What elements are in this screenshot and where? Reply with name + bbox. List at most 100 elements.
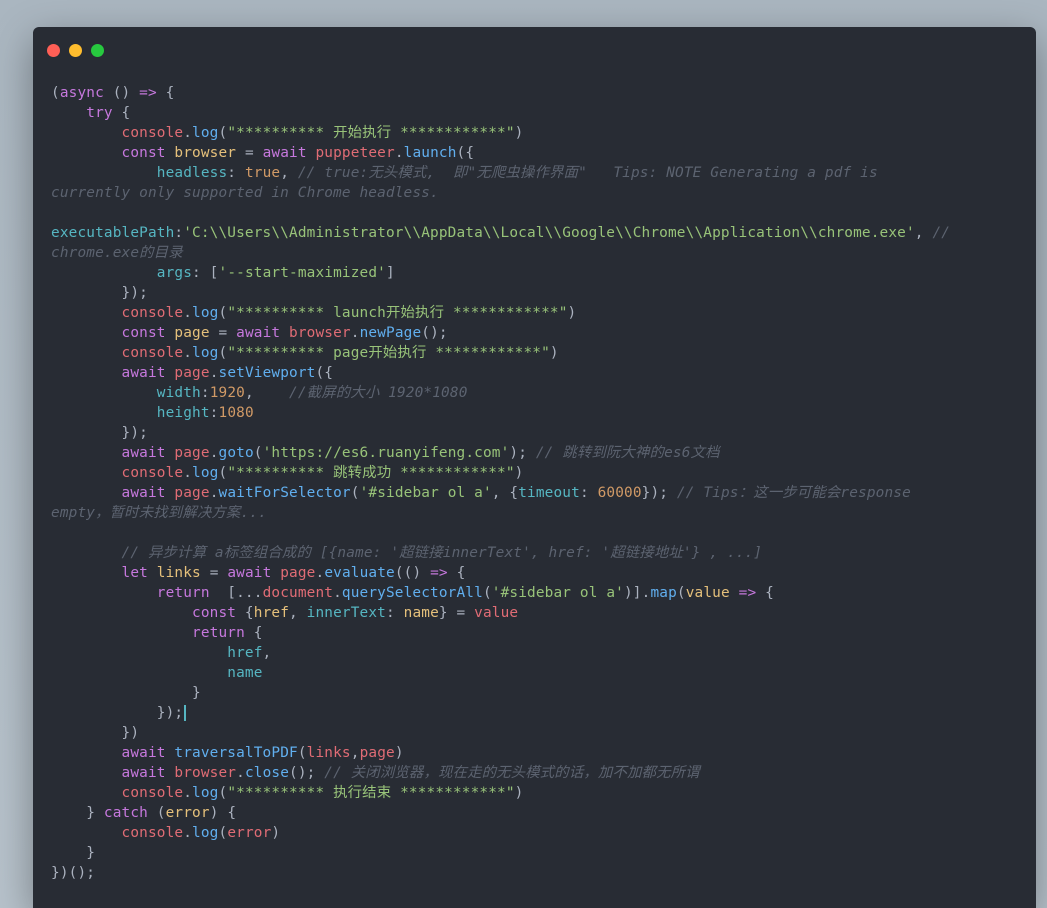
code-line: chrome.exe的目录 [51,243,1026,263]
code-token-plain: ( [218,465,228,481]
code-token-comment: // [932,225,951,241]
code-line: // 异步计算 a标签组合成的 [{name: '超链接innerText', … [51,543,1026,563]
code-line: executablePath:'C:\\Users\\Administrator… [51,223,1026,243]
code-token-plain: , [262,645,272,661]
code-editor-area[interactable]: (async () => { try { console.log("******… [51,83,1026,893]
code-token-function: log [192,305,219,321]
code-token-variable: browser [174,145,237,161]
code-token-keyword: => [139,85,157,101]
code-token-property: timeout [518,485,580,501]
code-line: await page.goto('https://es6.ruanyifeng.… [51,443,1026,463]
code-token-function: close [244,765,290,781]
code-token-plain: . [183,345,193,361]
code-token-plain: { [112,105,131,121]
code-token-string: '#sidebar ol a' [491,585,624,601]
code-token-keyword: catch [103,805,148,821]
code-line: return [...document.querySelectorAll('#s… [51,583,1026,603]
code-token-param: page [174,485,210,501]
code-token-plain: . [394,145,404,161]
minimize-window-button[interactable] [69,44,82,57]
code-token-plain: . [209,445,219,461]
code-token-param: page [174,445,210,461]
code-token-plain: . [333,585,342,601]
code-line: const browser = await puppeteer.launch({ [51,143,1026,163]
code-token-param: page [280,565,316,581]
code-token-plain: ( [218,825,228,841]
code-line: }) [51,723,1026,743]
code-token-plain: ) [514,465,524,481]
code-token-plain: . [315,565,325,581]
code-line: } [51,843,1026,863]
code-token-property: name [227,665,263,681]
code-token-plain: : [174,225,184,241]
code-token-property: width [156,385,201,401]
code-token-plain: ( [218,785,228,801]
code-token-plain: }); [641,485,677,501]
code-token-string: '#sidebar ol a' [359,485,492,501]
code-token-comment: //截屏的大小 1920*1080 [289,385,468,401]
text-cursor [184,705,187,721]
code-token-plain: ( [350,485,360,501]
code-token-function: setViewport [218,365,316,381]
code-token-string: '--start-maximized' [218,265,386,281]
code-token-plain: } [51,685,201,701]
code-token-comment: chrome.exe的目录 [51,245,183,261]
code-line: console.log("********** 执行结束 ***********… [51,783,1026,803]
code-token-param: page [174,365,210,381]
code-token-keyword: try [86,105,113,121]
code-token-plain: ( [218,345,228,361]
code-line: currently only supported in Chrome headl… [51,183,1026,203]
code-token-function: log [192,785,219,801]
code-token-plain: { [756,585,774,601]
code-token-plain: = [200,565,228,581]
code-token-function: evaluate [324,565,395,581]
code-token-function: log [192,345,219,361]
code-token-variable: name [403,605,439,621]
code-token-plain: , [280,165,298,181]
code-token-property: innerText [306,605,386,621]
code-line: } [51,683,1026,703]
code-token-string: "********** page开始执行 ************" [227,345,550,361]
code-token-function: launch [403,145,457,161]
code-token-plain: }) [51,725,140,741]
close-window-button[interactable] [47,44,60,57]
code-token-plain: ( [676,585,686,601]
code-line: console.log("********** 开始执行 ***********… [51,123,1026,143]
code-token-plain: ); [509,445,536,461]
code-token-comment: // 跳转到阮大神的es6文档 [535,445,720,461]
code-token-plain: ) [514,125,524,141]
code-token-plain: } = [438,605,475,621]
code-token-comment: currently only supported in Chrome headl… [51,185,439,201]
code-token-comment: // 关闭浏览器，现在走的无头模式的话，加不加都无所谓 [324,765,700,781]
code-line: args: ['--start-maximized'] [51,263,1026,283]
code-token-plain: ) [549,345,559,361]
code-token-number: 60000 [597,485,642,501]
code-line: await page.setViewport({ [51,363,1026,383]
code-line: let links = await page.evaluate(() => { [51,563,1026,583]
code-token-plain: ) [271,825,281,841]
zoom-window-button[interactable] [91,44,104,57]
code-line: await traversalToPDF(links,page) [51,743,1026,763]
code-token-plain: ) [394,745,404,761]
code-token-param: console [121,825,184,841]
code-token-plain: }); [51,425,148,441]
code-token-plain: : [385,605,404,621]
code-token-keyword: await [121,485,166,501]
code-token-plain: . [183,465,193,481]
code-token-plain: ({ [315,365,334,381]
